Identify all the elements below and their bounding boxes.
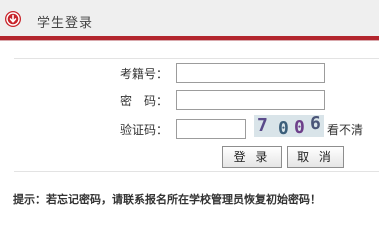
captcha-digit: 0 (278, 118, 289, 139)
download-arrow-icon (5, 11, 21, 27)
captcha-digit: 7 (257, 115, 268, 136)
captcha-digit: 6 (310, 113, 321, 134)
captcha-input[interactable] (176, 119, 246, 139)
panel-header: 学生登录 (0, 0, 379, 38)
password-input[interactable] (176, 90, 325, 110)
password-label: 密 码： (119, 94, 168, 108)
captcha-label: 验证码： (119, 123, 168, 137)
exam-number-label: 考籍号： (119, 67, 168, 81)
login-button[interactable]: 登 录 (222, 146, 282, 168)
exam-number-input[interactable] (176, 63, 325, 83)
captcha-image[interactable]: 7 0 0 6 (254, 113, 324, 139)
cancel-button[interactable]: 取 消 (287, 146, 344, 168)
captcha-digit: 0 (294, 117, 305, 138)
captcha-refresh-link[interactable]: 看不清 (327, 121, 363, 138)
page-title: 学生登录 (37, 16, 94, 31)
login-panel: 学生登录 考籍号： 密 码： 验证码： 7 0 0 6 看不清 登 录 取 消 … (0, 0, 379, 217)
password-reset-tip: 提示：若忘记密码，请联系报名所在学校管理员恢复初始密码！ (13, 193, 321, 206)
header-divider-shadow (0, 40, 379, 41)
